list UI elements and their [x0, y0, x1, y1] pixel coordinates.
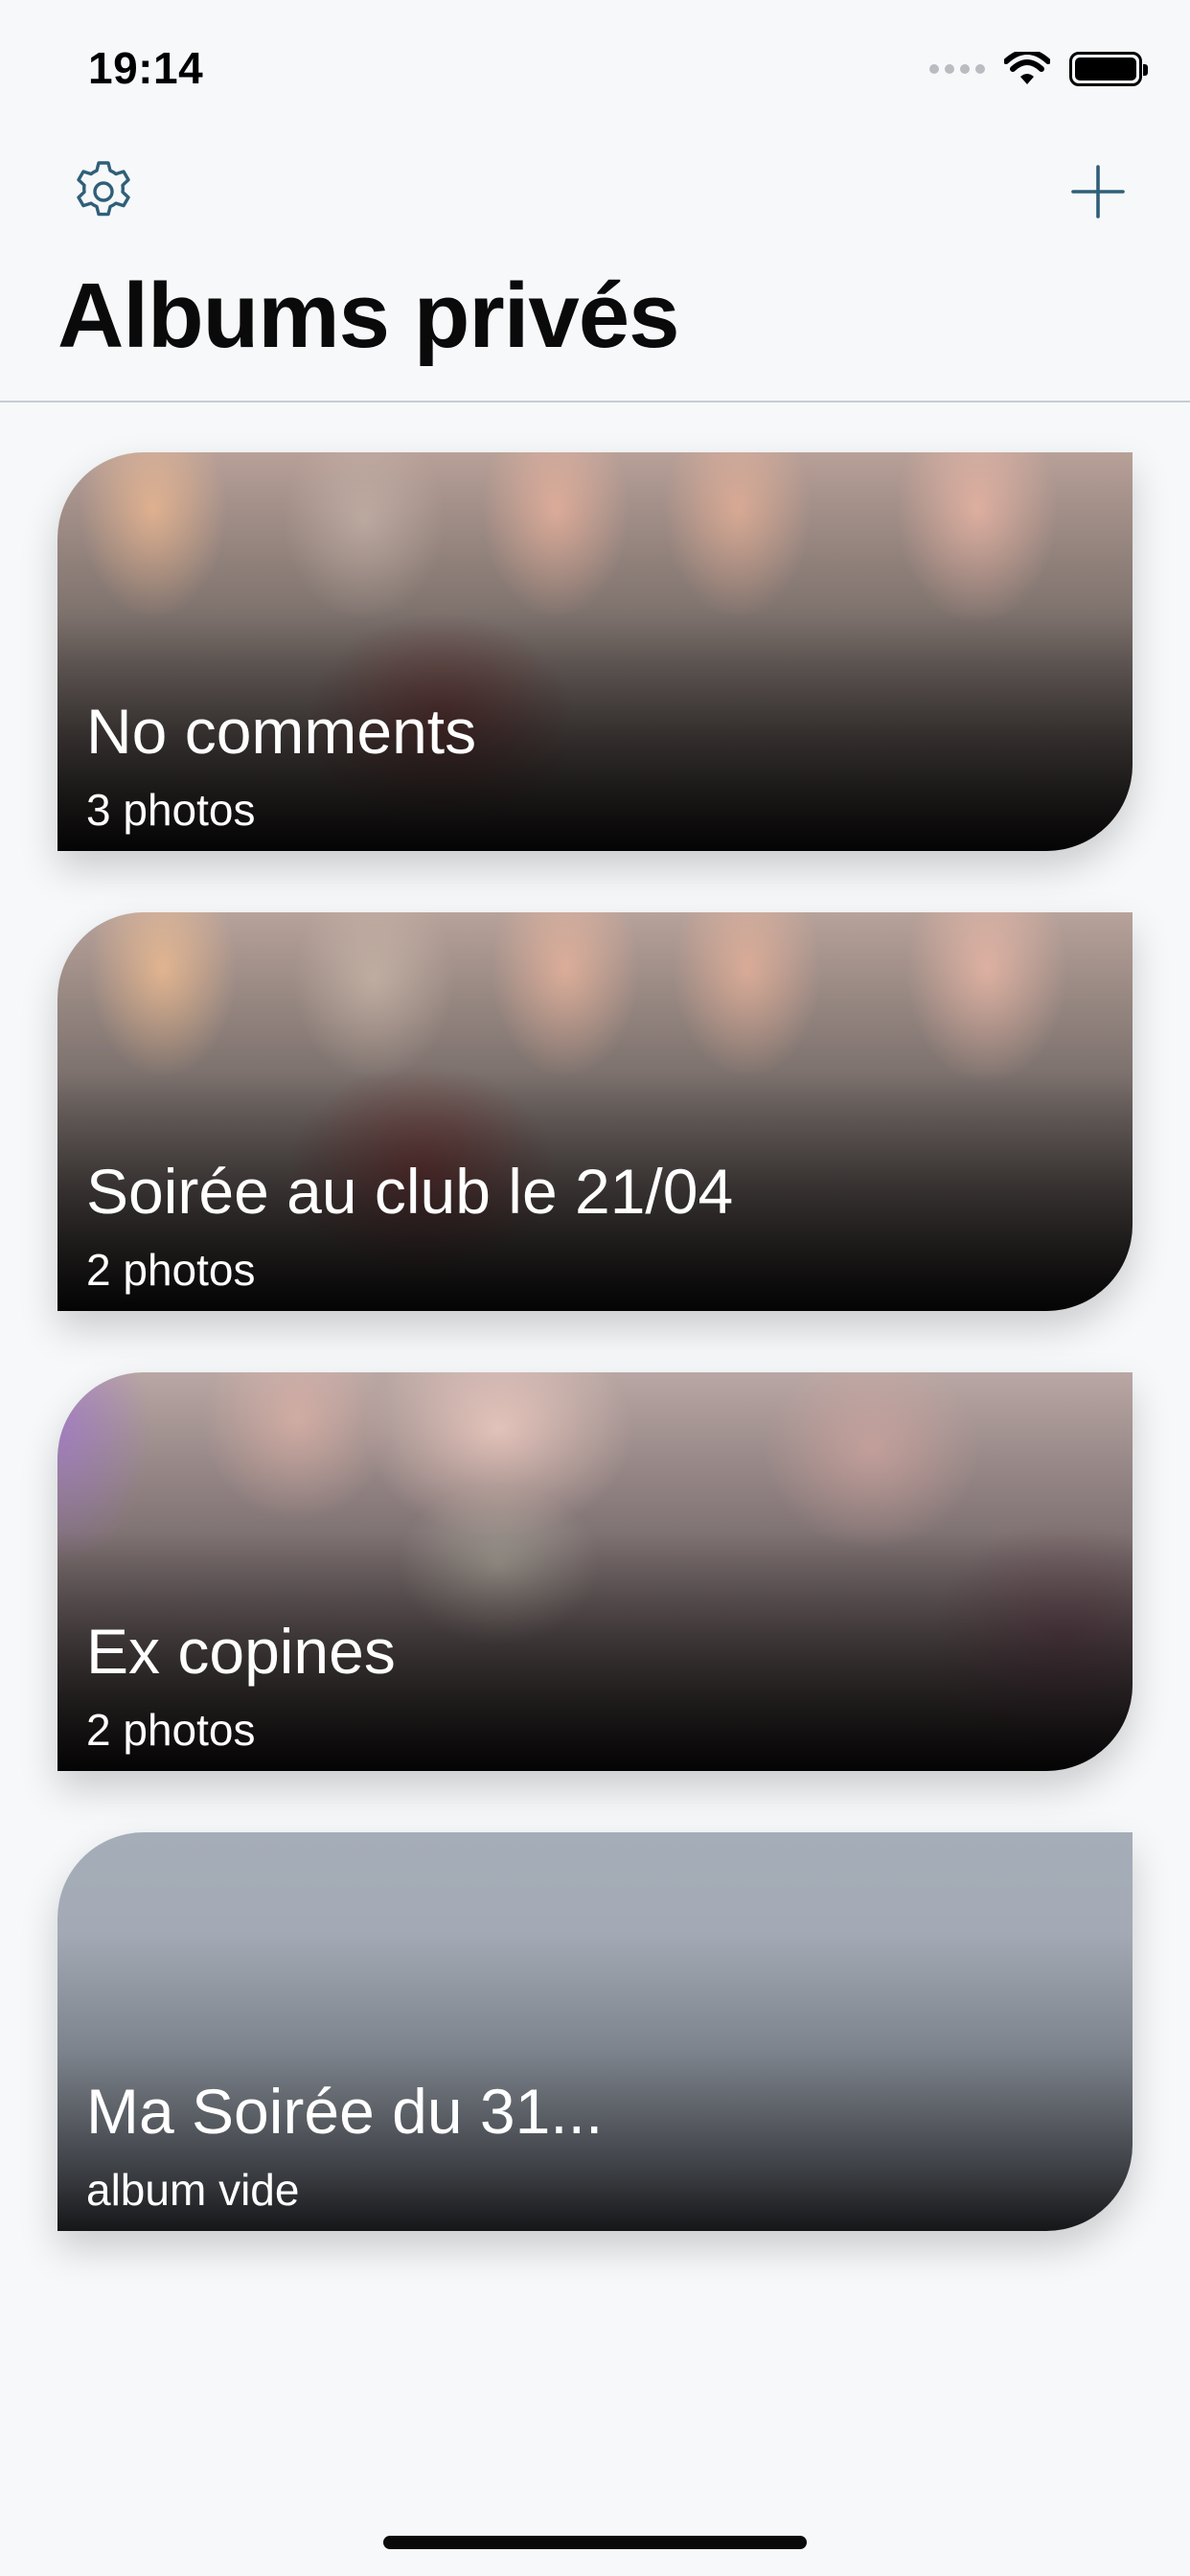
album-title: Ex copines — [86, 1616, 396, 1687]
album-title: Soirée au club le 21/04 — [86, 1156, 734, 1227]
album-photo-count: 2 photos — [86, 1245, 256, 1295]
status-bar: 19:14 — [0, 0, 1190, 134]
battery-icon — [1069, 52, 1148, 86]
settings-button[interactable] — [69, 157, 138, 226]
album-photo-count: 3 photos — [86, 785, 256, 835]
album-card-no-comments[interactable]: No comments 3 photos — [57, 452, 1133, 851]
album-photo-count: 2 photos — [86, 1705, 256, 1755]
gear-icon — [77, 161, 130, 217]
status-time: 19:14 — [88, 43, 204, 93]
album-card-soiree-club[interactable]: Soirée au club le 21/04 2 photos — [57, 912, 1133, 1311]
wifi-icon — [1004, 52, 1050, 84]
album-title: No comments — [86, 696, 477, 767]
status-icons — [929, 50, 1148, 88]
home-indicator[interactable] — [383, 2536, 807, 2549]
album-card-ma-soiree[interactable]: Ma Soirée du 31... album vide — [57, 1832, 1133, 2231]
album-photo-count: album vide — [86, 2165, 300, 2215]
page-title: Albums privés — [57, 264, 680, 367]
plus-icon — [1071, 165, 1125, 218]
signal-dots-icon — [929, 64, 985, 74]
header-divider — [0, 401, 1190, 402]
album-title: Ma Soirée du 31... — [86, 2076, 604, 2147]
add-album-button[interactable] — [1064, 157, 1133, 226]
album-card-ex-copines[interactable]: Ex copines 2 photos — [57, 1372, 1133, 1771]
